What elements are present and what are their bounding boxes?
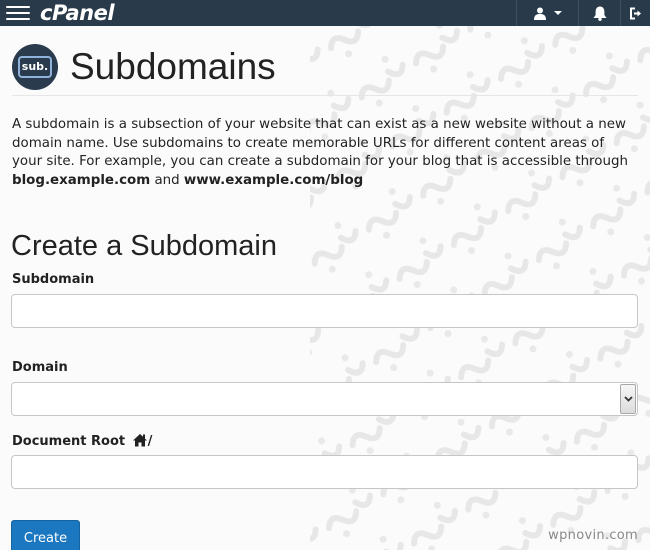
bell-icon: [593, 6, 606, 21]
example-subdirectory: www.example.com/blog: [183, 172, 364, 188]
description-connector: and: [150, 172, 184, 188]
user-menu-button[interactable]: [516, 0, 578, 26]
subdomain-icon: sub.: [12, 43, 58, 90]
topbar-actions: [516, 0, 650, 26]
document-root-label: Document Root /: [12, 433, 152, 449]
logout-button[interactable]: [620, 0, 650, 26]
top-navbar: cPanel: [0, 0, 650, 26]
subdomain-input[interactable]: [11, 294, 638, 328]
subdomain-label: Subdomain: [12, 272, 95, 287]
page-header: sub. Subdomains: [12, 38, 638, 96]
hamburger-icon[interactable]: [0, 0, 32, 26]
cpanel-logo[interactable]: cPanel: [40, 0, 115, 26]
logout-icon: [629, 7, 641, 19]
create-button[interactable]: Create: [11, 520, 80, 550]
user-icon: [533, 7, 546, 20]
domain-label: Domain: [12, 360, 68, 375]
page-description: A subdomain is a subsection of your webs…: [12, 116, 638, 190]
domain-dropdown-toggle[interactable]: [620, 384, 636, 414]
chevron-down-icon: [553, 11, 562, 15]
chevron-down-icon: [623, 396, 633, 402]
example-subdomain: blog.example.com: [12, 172, 151, 188]
description-text: A subdomain is a subsection of your webs…: [12, 117, 628, 169]
form-title: Create a Subdomain: [11, 230, 277, 262]
notifications-button[interactable]: [578, 0, 620, 26]
domain-select[interactable]: [11, 382, 638, 416]
document-root-input[interactable]: [11, 455, 638, 489]
page-title: Subdomains: [70, 46, 276, 87]
home-icon: [132, 434, 147, 447]
document-root-suffix: /: [147, 434, 153, 449]
document-root-label-text: Document Root: [12, 434, 126, 449]
subdomain-icon-label: sub.: [18, 55, 52, 78]
footer-watermark-text: wpnovin.com: [548, 528, 638, 543]
